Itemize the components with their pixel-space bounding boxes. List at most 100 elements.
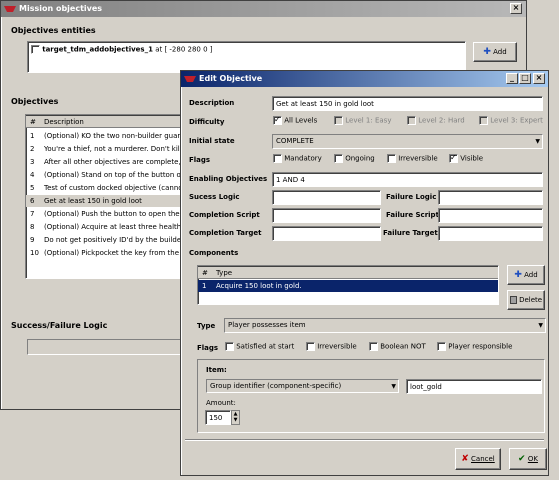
item-value-field[interactable]: loot_gold bbox=[406, 379, 542, 394]
difficulty-level-3[interactable]: Level 3: Expert bbox=[479, 116, 543, 125]
type-select[interactable]: Player possesses item ▼ bbox=[224, 318, 546, 333]
flag-irreversible[interactable]: Irreversible bbox=[387, 154, 438, 163]
enabling-objectives-field[interactable]: 1 AND 4 bbox=[272, 172, 543, 187]
success-logic-bar bbox=[27, 339, 187, 355]
all-levels-label: All Levels bbox=[284, 116, 318, 125]
objective-num: 8 bbox=[30, 223, 35, 231]
flag-mandatory[interactable]: Mandatory bbox=[273, 154, 322, 163]
objective-description: Test of custom docked objective (cannot bbox=[44, 184, 186, 192]
cancel-button[interactable]: ✘ Cancel bbox=[455, 448, 501, 470]
objective-description: Get at least 150 in gold loot bbox=[44, 197, 142, 205]
flag-ongoing[interactable]: Ongoing bbox=[334, 154, 375, 163]
success-logic-field[interactable] bbox=[272, 190, 381, 205]
failure-script-field[interactable] bbox=[438, 208, 543, 223]
description-field[interactable]: Get at least 150 in gold loot bbox=[272, 96, 543, 111]
spin-down-icon[interactable]: ▼ bbox=[232, 417, 239, 423]
entity-checkbox[interactable] bbox=[31, 45, 40, 54]
objective-num: 3 bbox=[30, 158, 35, 166]
flag-visible[interactable]: Visible bbox=[449, 153, 483, 163]
completion-target-field[interactable] bbox=[272, 226, 381, 241]
difficulty-label: Difficulty bbox=[189, 118, 225, 126]
entity-position: at [ -280 280 0 ] bbox=[152, 45, 213, 54]
chevron-down-icon: ▼ bbox=[538, 322, 543, 329]
player-responsible-checkbox[interactable] bbox=[437, 342, 446, 351]
objective-description: (Optional) Pickpocket the key from the b… bbox=[44, 249, 191, 257]
satisfied-checkbox[interactable] bbox=[225, 342, 234, 351]
objective-description: (Optional) KO the two non-builder guards… bbox=[44, 132, 191, 140]
all-levels-checkbox[interactable] bbox=[273, 115, 282, 125]
objective-description: (Optional) Stand on top of the button on… bbox=[44, 171, 190, 179]
mission-objectives-titlebar[interactable]: Mission objectives × bbox=[1, 1, 526, 17]
objective-description: (Optional) Acquire at least three health… bbox=[44, 223, 193, 231]
ongoing-checkbox[interactable] bbox=[334, 154, 343, 163]
level-3-checkbox[interactable] bbox=[479, 116, 488, 125]
chevron-down-icon: ▼ bbox=[391, 383, 396, 390]
failure-script-label: Failure Script bbox=[386, 211, 439, 219]
amount-spinner[interactable]: 150 bbox=[205, 410, 231, 425]
trash-icon bbox=[509, 296, 517, 304]
completion-script-label: Completion Script bbox=[189, 211, 260, 219]
delete-component-button[interactable]: Delete bbox=[507, 290, 545, 310]
add-icon: ✚ bbox=[514, 270, 522, 280]
level-1-label: Level 1: Easy bbox=[345, 116, 392, 125]
enabling-objectives-label: Enabling Objectives bbox=[189, 175, 268, 183]
component-flags-label: Flags bbox=[197, 344, 219, 352]
objective-num: 4 bbox=[30, 171, 35, 179]
objective-num: 1 bbox=[30, 132, 35, 140]
flag-player-responsible[interactable]: Player responsible bbox=[437, 342, 512, 351]
type-label: Type bbox=[197, 322, 216, 330]
maximize-button[interactable]: □ bbox=[519, 73, 531, 84]
boolean-not-checkbox[interactable] bbox=[369, 342, 378, 351]
success-logic-label: Sucess Logic bbox=[189, 193, 240, 201]
add-component-button[interactable]: ✚ Add bbox=[507, 265, 545, 285]
cancel-label: Cancel bbox=[471, 455, 495, 463]
minimize-button[interactable]: _ bbox=[506, 73, 518, 84]
objective-num: 2 bbox=[30, 145, 35, 153]
ok-button[interactable]: ✔ OK bbox=[509, 448, 547, 470]
initial-state-select[interactable]: COMPLETE ▼ bbox=[272, 134, 543, 149]
flags-label: Flags bbox=[189, 156, 211, 164]
components-header: # Type bbox=[198, 267, 498, 279]
item-selector[interactable]: Group identifier (component-specific) ▼ bbox=[206, 379, 399, 393]
mandatory-checkbox[interactable] bbox=[273, 154, 282, 163]
comp-irreversible-checkbox[interactable] bbox=[306, 342, 315, 351]
flag-boolean-not[interactable]: Boolean NOT bbox=[369, 342, 426, 351]
boolean-not-label: Boolean NOT bbox=[380, 342, 426, 351]
comp-row-num: 1 bbox=[202, 282, 207, 290]
difficulty-level-1[interactable]: Level 1: Easy bbox=[334, 116, 391, 125]
objective-num: 9 bbox=[30, 236, 35, 244]
mandatory-label: Mandatory bbox=[284, 154, 322, 163]
entities-list[interactable]: target_tdm_addobjectives_1 at [ -280 280… bbox=[27, 41, 466, 73]
irreversible-checkbox[interactable] bbox=[387, 154, 396, 163]
close-button[interactable]: × bbox=[510, 3, 522, 14]
satisfied-label: Satisfied at start bbox=[236, 342, 295, 351]
amount-spinner-buttons[interactable]: ▲ ▼ bbox=[231, 410, 240, 425]
edit-objective-dialog: Edit Objective _ □ × Description Get at … bbox=[180, 70, 549, 476]
level-1-checkbox[interactable] bbox=[334, 116, 343, 125]
objective-description: You're a thief, not a murderer. Don't ki… bbox=[44, 145, 189, 153]
components-table[interactable]: # Type 1 Acquire 150 loot in gold. bbox=[197, 265, 499, 305]
item-label: Item: bbox=[206, 366, 227, 374]
entities-heading: Objectives entities bbox=[11, 26, 96, 35]
failure-target-field[interactable] bbox=[438, 226, 543, 241]
close-button[interactable]: × bbox=[533, 73, 545, 84]
initial-state-label: Initial state bbox=[189, 137, 235, 145]
visible-checkbox[interactable] bbox=[449, 153, 458, 163]
difficulty-level-2[interactable]: Level 2: Hard bbox=[407, 116, 465, 125]
level-3-label: Level 3: Expert bbox=[490, 116, 543, 125]
entity-item[interactable]: target_tdm_addobjectives_1 at [ -280 280… bbox=[31, 45, 213, 54]
level-2-checkbox[interactable] bbox=[407, 116, 416, 125]
completion-script-field[interactable] bbox=[272, 208, 381, 223]
flag-satisfied-at-start[interactable]: Satisfied at start bbox=[225, 342, 294, 351]
difficulty-all-levels[interactable]: All Levels bbox=[273, 115, 318, 125]
bottom-divider bbox=[185, 439, 544, 441]
col-description-header: Description bbox=[44, 118, 84, 126]
comp-col-num-header: # bbox=[202, 269, 208, 277]
add-entity-button[interactable]: ✚ Add bbox=[473, 42, 517, 62]
edit-objective-titlebar[interactable]: Edit Objective _ □ × bbox=[181, 71, 548, 87]
objective-num: 10 bbox=[30, 249, 39, 257]
failure-logic-field[interactable] bbox=[438, 190, 543, 205]
flag-comp-irreversible[interactable]: Irreversible bbox=[306, 342, 357, 351]
table-row[interactable]: 1 Acquire 150 loot in gold. bbox=[198, 280, 498, 292]
objective-description: Do not get positively ID'd by the builde… bbox=[44, 236, 191, 244]
